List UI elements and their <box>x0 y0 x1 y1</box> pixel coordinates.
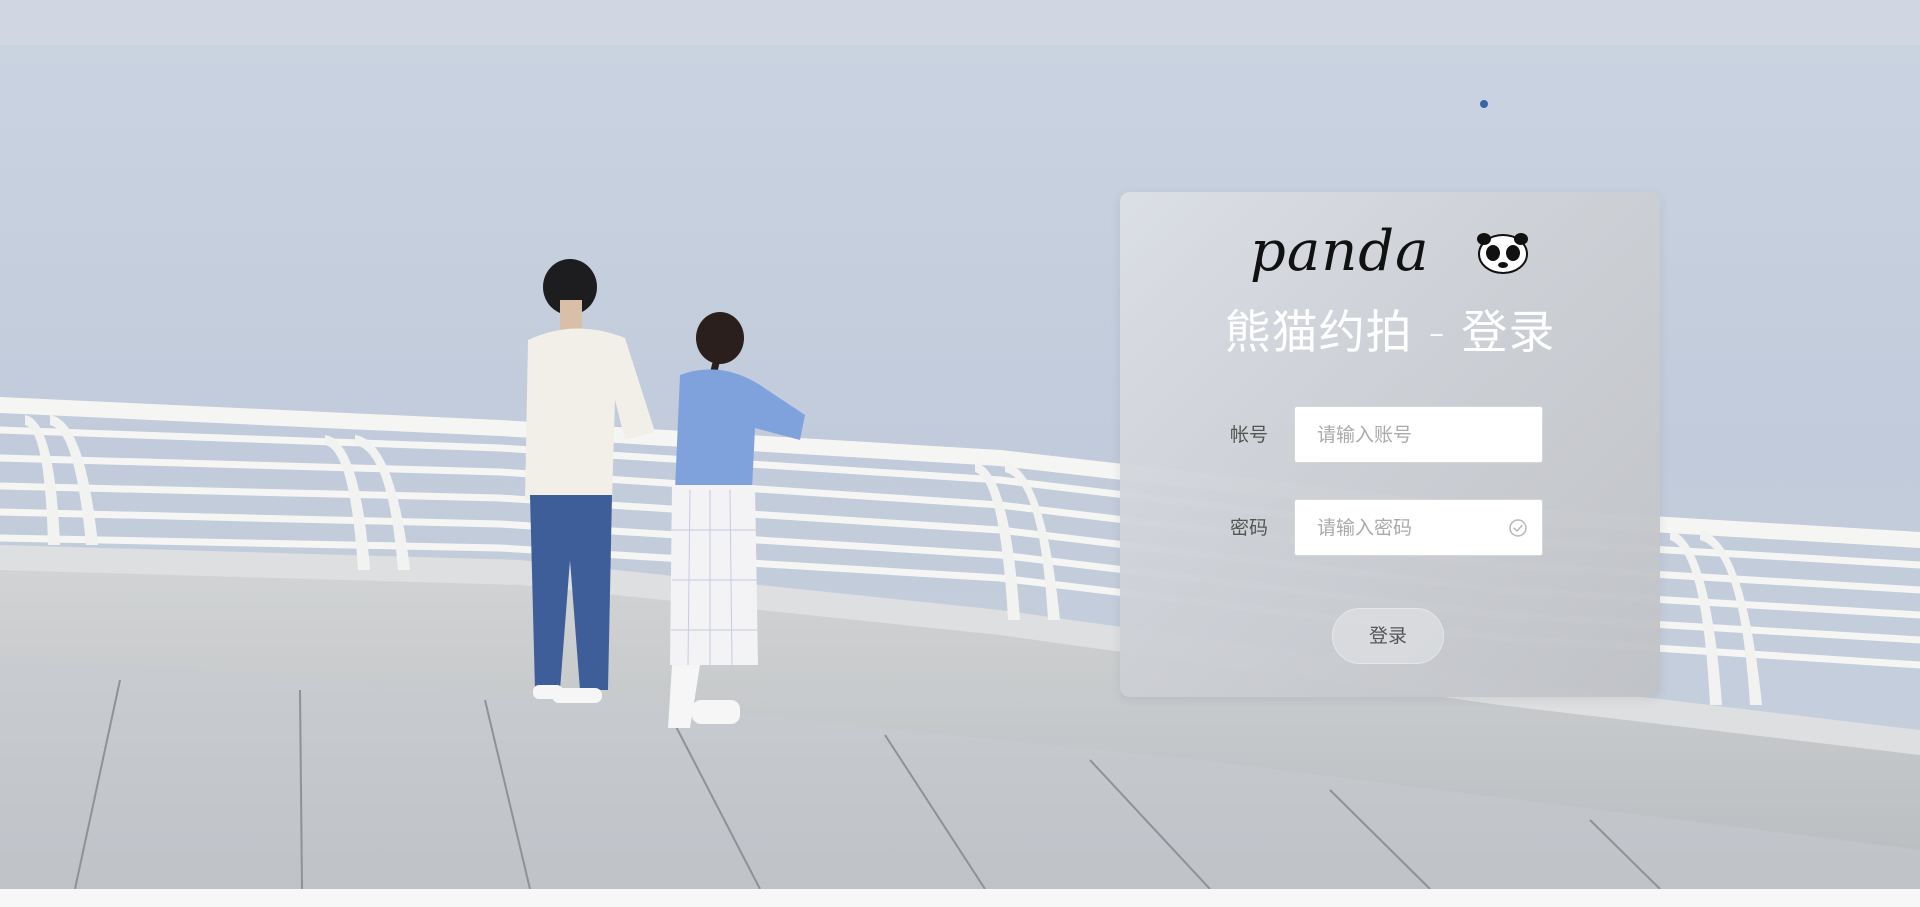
panda-face-icon <box>1477 233 1528 274</box>
login-card: panda 熊猫约拍 - 登录 帐号 密码 <box>1120 192 1660 697</box>
password-label: 密码 <box>1230 517 1269 539</box>
login-button[interactable]: 登录 <box>1332 608 1444 664</box>
logo: panda <box>1250 219 1535 292</box>
check-circle-icon <box>1509 519 1527 537</box>
page-title: 熊猫约拍 - 登录 <box>1224 305 1556 359</box>
password-row: 密码 <box>1230 498 1550 558</box>
account-input[interactable] <box>1295 407 1542 462</box>
login-page: panda 熊猫约拍 - 登录 帐号 密码 <box>0 0 1920 907</box>
logo-text: panda <box>1250 219 1430 284</box>
password-field-box <box>1294 499 1543 556</box>
account-field-box <box>1294 406 1543 463</box>
account-row: 帐号 <box>1230 405 1550 465</box>
password-input[interactable] <box>1295 500 1542 555</box>
account-label: 帐号 <box>1230 424 1269 446</box>
